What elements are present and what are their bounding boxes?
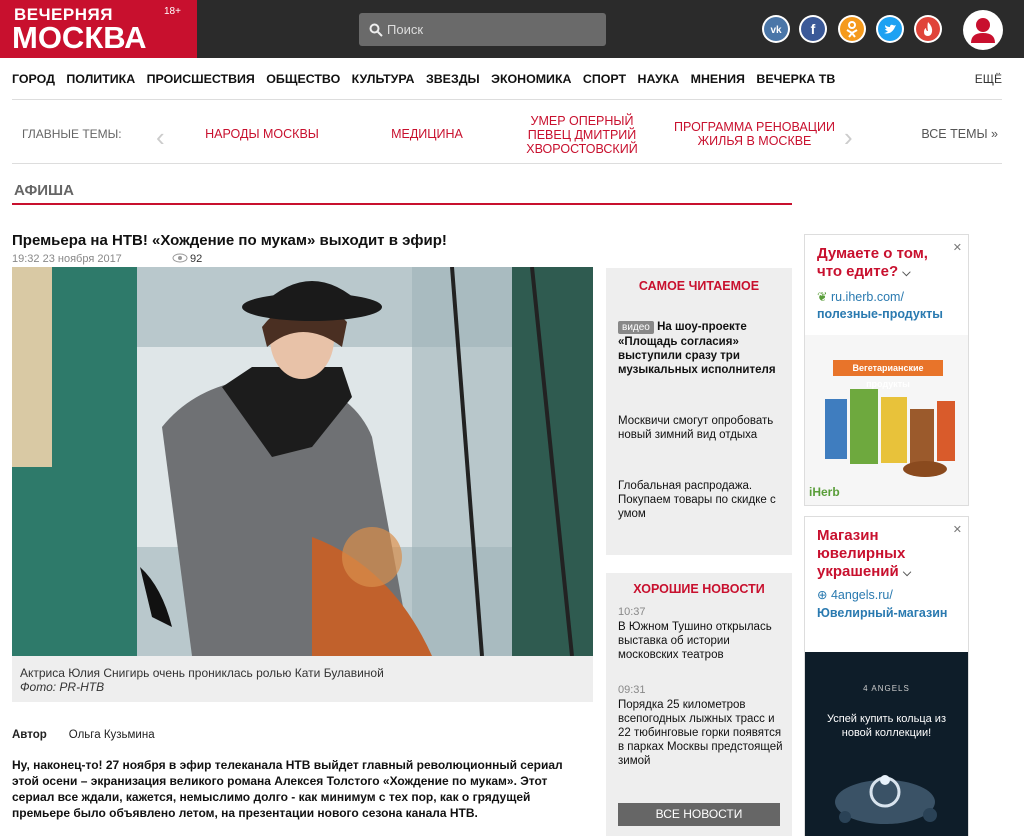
all-topics-link[interactable]: ВСЕ ТЕМЫ » — [921, 127, 998, 141]
most-read-item[interactable]: видео На шоу-проекте «Площадь согласия» … — [618, 320, 783, 377]
nav-divider — [12, 99, 1002, 100]
topic-item[interactable]: УМЕР ОПЕРНЫЙ ПЕВЕЦ ДМИТРИЙ ХВОРОСТОВСКИЙ — [512, 114, 652, 156]
good-news-box: ХОРОШИЕ НОВОСТИ 10:37 В Южном Тушино отк… — [606, 573, 792, 836]
ad-banner-image[interactable]: Вегетарианские продукты iHerb — [805, 335, 968, 505]
age-rating: 18+ — [164, 6, 181, 17]
nav-item-mneniya[interactable]: МНЕНИЯ — [691, 72, 745, 86]
video-badge: видео — [618, 321, 654, 334]
nav-item-zvezdy[interactable]: ЗВЕЗДЫ — [426, 72, 480, 86]
article-date: 19:32 23 ноября 2017 — [12, 253, 122, 265]
author-label: Автор — [12, 729, 47, 741]
ad-iherb[interactable]: Думаете о том, что едите? ⌵ ✕ ❦ ru.iherb… — [804, 234, 969, 506]
search-icon — [369, 23, 383, 37]
ad-close-icon[interactable]: ✕ — [953, 523, 962, 536]
site-logo[interactable]: ВЕЧЕРНЯЯ МОСКВА 18+ — [0, 0, 197, 58]
most-read-title[interactable]: САМОЕ ЧИТАЕМОЕ — [606, 279, 792, 293]
top-bar: ВЕЧЕРНЯЯ МОСКВА 18+ Поиск vk f — [0, 0, 1024, 58]
ad-url-path[interactable]: полезные-продукты — [817, 306, 943, 323]
article-photo — [12, 267, 593, 656]
ad-close-icon[interactable]: ✕ — [953, 241, 962, 254]
link-icon: ⊕ — [817, 588, 828, 602]
topics-divider — [12, 163, 1002, 164]
svg-text:vk: vk — [770, 25, 782, 36]
nav-item-ekonomika[interactable]: ЭКОНОМИКА — [491, 72, 571, 86]
nav-item-gorod[interactable]: ГОРОД — [12, 72, 55, 86]
article-lead: Ну, наконец-то! 27 ноября в эфир телекан… — [12, 758, 563, 820]
search-placeholder: Поиск — [387, 22, 424, 37]
nav-item-proisshestviya[interactable]: ПРОИСШЕСТВИЯ — [147, 72, 255, 86]
views-count: 92 — [190, 253, 203, 265]
section-underline — [12, 203, 792, 205]
brand-logo: iHerb — [809, 485, 840, 499]
all-news-button[interactable]: ВСЕ НОВОСТИ — [618, 803, 780, 826]
article-title: Премьера на НТВ! «Хождение по мукам» вых… — [12, 232, 447, 249]
topics-next-arrow-icon[interactable]: › — [844, 122, 853, 153]
topic-item[interactable]: ПРОГРАММА РЕНОВАЦИИ ЖИЛЬЯ В МОСКВЕ — [672, 120, 837, 148]
good-news-title[interactable]: ХОРОШИЕ НОВОСТИ — [606, 582, 792, 596]
topics-prev-arrow-icon[interactable]: ‹ — [156, 122, 165, 153]
photo-caption: Актриса Юлия Снигирь очень прониклась ро… — [12, 656, 593, 702]
ad-url[interactable]: ⊕ 4angels.ru/ — [817, 587, 893, 604]
eye-icon — [172, 253, 188, 263]
photo-credit: Фото: PR-НТВ — [20, 680, 105, 694]
fire-icon[interactable] — [914, 15, 942, 43]
topic-item[interactable]: МЕДИЦИНА — [367, 127, 487, 141]
article-views: 92 — [172, 253, 202, 265]
main-nav: ГОРОД ПОЛИТИКА ПРОИСШЕСТВИЯ ОБЩЕСТВО КУЛ… — [12, 72, 1002, 90]
news-time: 09:31 — [618, 684, 646, 696]
search-input[interactable]: Поиск — [359, 13, 606, 46]
section-title[interactable]: АФИША — [14, 182, 74, 199]
ad-headline: Думаете о том, что едите? ⌵ — [817, 245, 928, 280]
ad-headline: Магазин ювелирных украшений ⌵ — [817, 527, 912, 580]
topics-label: ГЛАВНЫЕ ТЕМЫ: — [22, 127, 122, 141]
logo-line2: МОСКВА — [12, 20, 147, 55]
chevron-down-icon: ⌵ — [902, 567, 912, 579]
nav-item-sport[interactable]: СПОРТ — [583, 72, 626, 86]
odnoklassniki-icon[interactable] — [838, 15, 866, 43]
most-read-box: САМОЕ ЧИТАЕМОЕ видео На шоу-проекте «Пло… — [606, 268, 792, 555]
most-read-item[interactable]: Глобальная распродажа. Покупаем товары п… — [618, 479, 783, 521]
author-name[interactable]: Ольга Кузьмина — [69, 729, 155, 741]
facebook-icon[interactable]: f — [799, 15, 827, 43]
banner-label: Вегетарианские продукты — [833, 360, 943, 389]
nav-item-vecherka-tv[interactable]: ВЕЧЕРКА ТВ — [756, 72, 835, 86]
twitter-icon[interactable] — [876, 15, 904, 43]
banner-text: Успей купить кольца из новой коллекции! — [826, 713, 946, 739]
nav-item-kultura[interactable]: КУЛЬТУРА — [352, 72, 415, 86]
good-news-item[interactable]: В Южном Тушино открылась выставка об ист… — [618, 620, 783, 662]
vk-icon[interactable]: vk — [762, 15, 790, 43]
nav-item-politika[interactable]: ПОЛИТИКА — [66, 72, 135, 86]
article-author: Автор Ольга Кузьмина — [12, 729, 155, 741]
chevron-down-icon: ⌵ — [902, 267, 911, 279]
user-account-icon[interactable] — [963, 10, 1003, 50]
nav-item-nauka[interactable]: НАУКА — [638, 72, 680, 86]
leaf-icon: ❦ — [817, 290, 828, 304]
svg-text:f: f — [811, 21, 816, 37]
nav-item-obshchestvo[interactable]: ОБЩЕСТВО — [266, 72, 340, 86]
most-read-item[interactable]: Москвичи смогут опробовать новый зимний … — [618, 414, 783, 442]
good-news-item[interactable]: Порядка 25 километров всепогодных лыжных… — [618, 698, 783, 768]
news-time: 10:37 — [618, 606, 646, 618]
ad-banner-image[interactable]: 4 ANGELS Успей купить кольца из новой ко… — [805, 652, 968, 836]
nav-more-link[interactable]: ЕЩЁ — [975, 72, 1002, 86]
ad-4angels[interactable]: Магазин ювелирных украшений ⌵ ✕ ⊕ 4angel… — [804, 516, 969, 836]
topic-item[interactable]: НАРОДЫ МОСКВЫ — [192, 127, 332, 141]
caption-text: Актриса Юлия Снигирь очень прониклась ро… — [20, 666, 384, 680]
ad-url[interactable]: ❦ ru.iherb.com/ — [817, 289, 904, 306]
brand-logo: 4 ANGELS — [863, 684, 910, 693]
ad-url-path[interactable]: Ювелирный-магазин — [817, 605, 957, 622]
main-topics-bar: ГЛАВНЫЕ ТЕМЫ: ‹ НАРОДЫ МОСКВЫ МЕДИЦИНА У… — [12, 110, 1002, 160]
